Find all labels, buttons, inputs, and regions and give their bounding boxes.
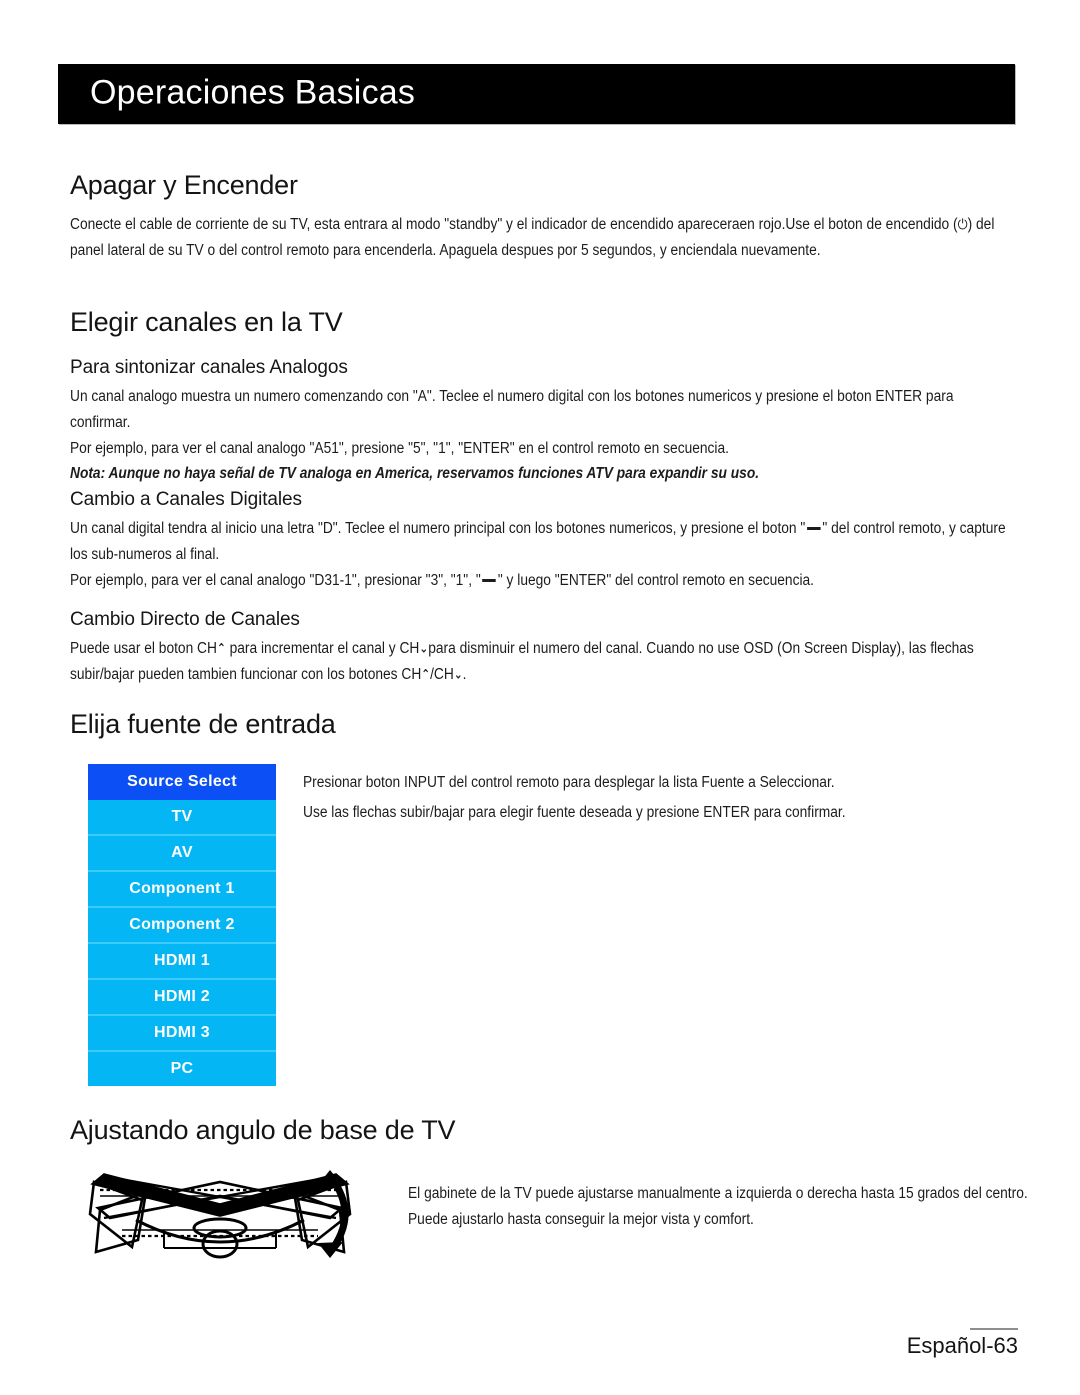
chevron-up-icon: ⌃ [216,641,226,657]
document-page: Operaciones Basicas Apagar y Encender Co… [0,0,1080,1395]
source-item-hdmi-2[interactable]: HDMI 2 [88,980,276,1016]
paragraph-power-instructions: Conecte el cable de corriente de su TV, … [70,212,1015,264]
dash-key-icon [482,578,497,583]
page-number: Español-63 [906,1333,1018,1358]
paragraph-analog-example: Por ejemplo, para ver el canal analogo "… [70,440,729,457]
digital-example-pre: Por ejemplo, para ver el canal analogo "… [70,572,481,589]
direct-text-b: para incrementar el canal y CH [225,640,420,657]
paragraph-digital-example: Por ejemplo, para ver el canal analogo "… [70,568,1015,594]
power-icon: ⏻ [957,217,968,233]
power-text-pre: Conecte el cable de corriente de su TV, … [70,216,958,233]
paragraph-analog-note: Nota: Aunque no haya señal de TV analoga… [70,465,760,482]
heading-elegir-canales: Elegir canales en la TV [70,307,343,337]
subheading-cambio-directo: Cambio Directo de Canales [70,609,300,630]
source-item-pc[interactable]: PC [88,1052,276,1086]
paragraph-stand-angle: El gabinete de la TV puede ajustarse man… [408,1185,1028,1228]
direct-text-d: /CH [430,666,454,684]
direct-text-e: . [462,666,467,684]
page-title: Operaciones Basicas [90,73,416,112]
heading-elija-fuente: Elija fuente de entrada [70,709,336,739]
chevron-down-icon: ⌄ [419,641,429,657]
source-item-tv[interactable]: TV [88,800,276,836]
chevron-down-icon: ⌄ [453,667,463,683]
paragraph-analog-tuning: Un canal analogo muestra un numero comen… [70,388,954,431]
subheading-canales-digitales: Cambio a Canales Digitales [70,489,302,510]
digital-text-pre: Un canal digital tendra al inicio una le… [70,520,806,537]
source-select-menu[interactable]: Source Select TV AV Component 1 Componen… [88,764,276,1086]
heading-ajustando-angulo: Ajustando angulo de base de TV [70,1115,456,1145]
chevron-up-icon: ⌃ [421,667,431,683]
paragraph-input-confirm: Use las flechas subir/bajar para elegir … [303,804,846,821]
footer-divider [970,1328,1018,1330]
source-item-component-2[interactable]: Component 2 [88,908,276,944]
paragraph-digital-tuning: Un canal digital tendra al inicio una le… [70,516,1015,568]
paragraph-input-button: Presionar boton INPUT del control remoto… [303,774,835,791]
tv-stand-rotation-diagram [88,1170,352,1259]
heading-apagar-y-encender: Apagar y Encender [70,170,298,200]
dash-key-icon [807,526,821,531]
direct-text-a: Puede usar el boton CH [70,640,217,657]
source-item-av[interactable]: AV [88,836,276,872]
subheading-canales-analogos: Para sintonizar canales Analogos [70,357,348,378]
source-select-title: Source Select [88,764,276,800]
source-item-hdmi-1[interactable]: HDMI 1 [88,944,276,980]
source-item-component-1[interactable]: Component 1 [88,872,276,908]
digital-example-post: " y luego "ENTER" del control remoto en … [497,572,815,589]
paragraph-direct-change: Puede usar el boton CH⌃ para incrementar… [70,636,1015,689]
source-item-hdmi-3[interactable]: HDMI 3 [88,1016,276,1052]
page-header-banner: Operaciones Basicas [58,64,1015,124]
page-footer: Español-63 [907,1328,1018,1359]
